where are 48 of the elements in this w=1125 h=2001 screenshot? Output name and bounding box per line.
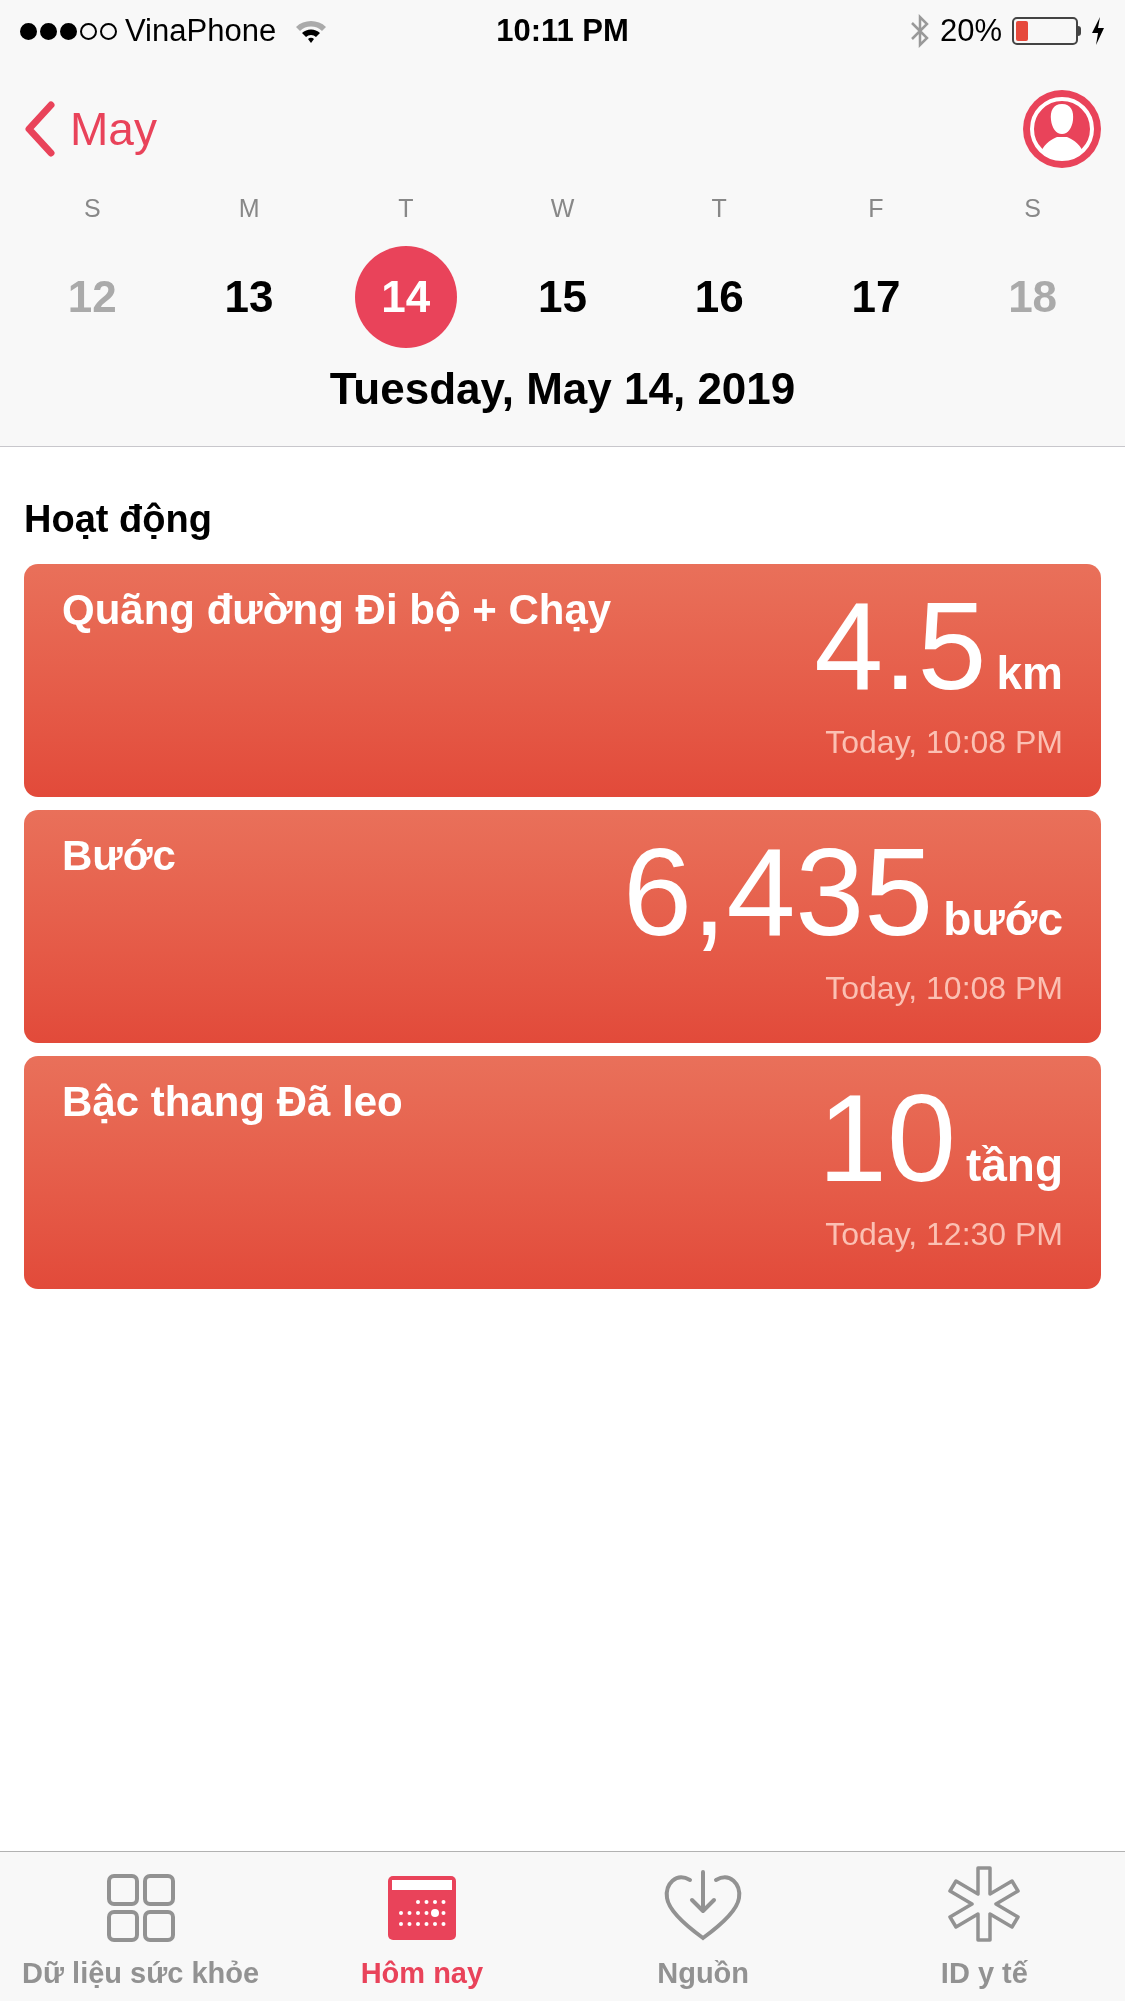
day-number[interactable]: 14: [354, 246, 457, 348]
day-number[interactable]: 17: [824, 246, 927, 348]
activity-card[interactable]: Bước 6,435 bước Today, 10:08 PM: [24, 810, 1101, 1043]
wifi-icon: [294, 18, 329, 44]
weekday-letter: T: [711, 193, 727, 224]
updated-time: Today, 12:30 PM: [825, 1215, 1063, 1254]
card-title: Bậc thang Đã leo: [62, 1077, 403, 1127]
card-title: Quãng đường Đi bộ + Chạy: [62, 585, 612, 635]
weekday-letter: S: [84, 193, 101, 224]
tab-item[interactable]: Dữ liệu sức khỏe: [0, 1852, 282, 2001]
metric-unit: bước: [943, 896, 1063, 942]
metric-unit: km: [996, 650, 1063, 696]
metric-value: 6,435: [623, 830, 934, 954]
day-number[interactable]: 18: [981, 246, 1084, 348]
tab-item[interactable]: Hôm nay: [281, 1852, 563, 2001]
weekday-letter: M: [238, 193, 260, 224]
tab-item[interactable]: Nguồn: [562, 1852, 844, 2001]
person-icon: [1027, 94, 1097, 164]
weekday-letter: F: [868, 193, 884, 224]
section-title: Hoạt động: [24, 497, 213, 542]
selected-date: Tuesday, May 14, 2019: [329, 363, 796, 415]
updated-time: Today, 10:08 PM: [825, 969, 1063, 1008]
activity-card[interactable]: Quãng đường Đi bộ + Chạy 4.5 km Today, 10:08 PM: [24, 564, 1101, 797]
card-title: Bước: [62, 831, 176, 881]
weekday-letter: W: [550, 193, 575, 224]
battery-icon: [1012, 17, 1081, 45]
calendar-icon: [387, 1873, 456, 1942]
back-button[interactable]: May: [24, 94, 157, 164]
activity-card[interactable]: Bậc thang Đã leo 10 tầng Today, 12:30 PM: [24, 1056, 1101, 1289]
clock-time: 10:11 PM: [496, 11, 629, 50]
bluetooth-icon: [909, 14, 930, 48]
asterisk-icon: [946, 1865, 1023, 1942]
metric-value: 4.5: [814, 584, 987, 708]
signal-icon: [20, 22, 117, 40]
day-number[interactable]: 13: [198, 246, 301, 348]
grid-icon: [106, 1873, 175, 1942]
day-number[interactable]: 15: [511, 246, 614, 348]
tab-item[interactable]: ID y tế: [843, 1852, 1125, 2001]
charging-icon: [1091, 17, 1105, 45]
weekday-letter: T: [398, 193, 414, 224]
chevron-left-icon: [24, 101, 56, 157]
battery-percent: 20%: [939, 11, 1002, 50]
updated-time: Today, 10:08 PM: [825, 723, 1063, 762]
day-number[interactable]: 16: [668, 246, 771, 348]
weekday-letter: S: [1024, 193, 1041, 224]
day-number[interactable]: 12: [41, 246, 144, 348]
carrier-name: VinaPhone: [125, 11, 277, 50]
metric-value: 10: [817, 1076, 956, 1200]
